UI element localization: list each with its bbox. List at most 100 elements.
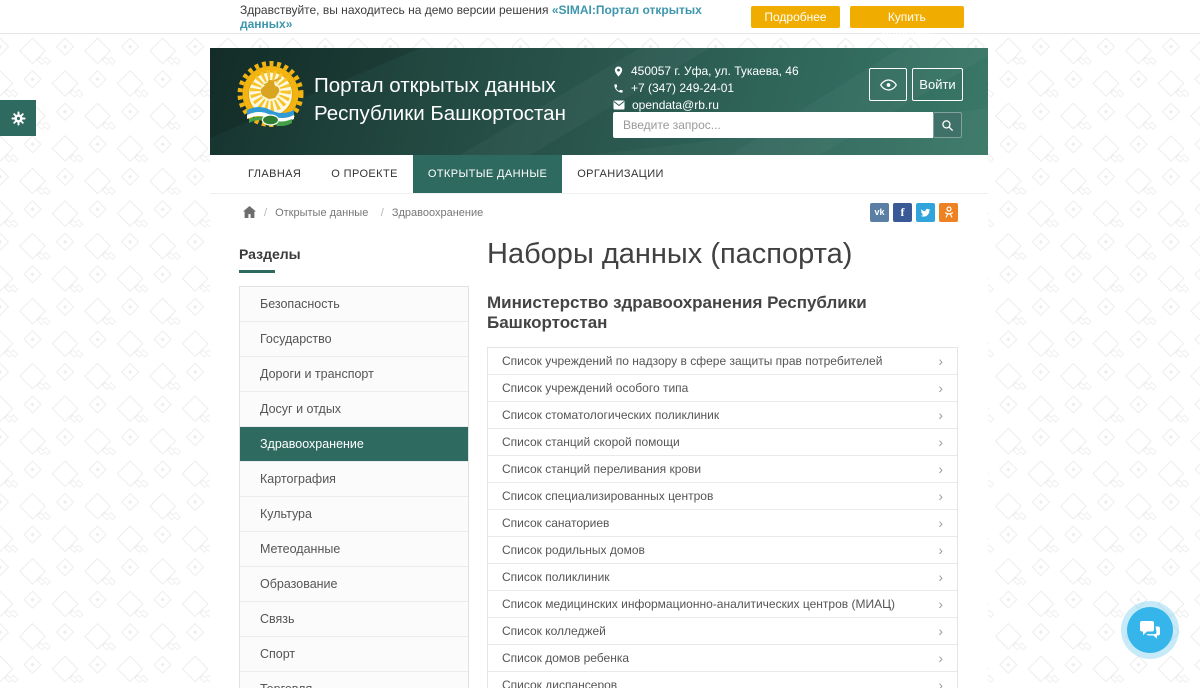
address-text: 450057 г. Уфа, ул. Тукаева, 46: [631, 64, 799, 78]
chevron-right-icon: ›: [938, 570, 943, 584]
site-title-line1: Портал открытых данных: [314, 72, 566, 100]
mail-icon: [613, 100, 625, 110]
dataset-row[interactable]: Список специализированных центров ›: [488, 483, 957, 510]
site-title-line2: Республики Башкортостан: [314, 100, 566, 128]
demo-banner: Здравствуйте, вы находитесь на демо верс…: [0, 0, 1200, 34]
bashkortostan-emblem-logo: [237, 58, 304, 144]
demo-message: Здравствуйте, вы находитесь на демо верс…: [240, 3, 751, 31]
sidebar-title-underline: [239, 270, 275, 273]
chat-widget-button[interactable]: [1127, 607, 1173, 653]
search-icon: [941, 119, 954, 132]
dataset-title: Список диспансеров: [502, 678, 617, 688]
chevron-right-icon: ›: [938, 489, 943, 503]
nav-tab[interactable]: ОРГАНИЗАЦИИ: [562, 155, 679, 193]
chevron-right-icon: ›: [938, 543, 943, 557]
dataset-row[interactable]: Список учреждений особого типа ›: [488, 375, 957, 402]
sidebar-category[interactable]: Безопасность: [240, 287, 468, 322]
sidebar-category[interactable]: Связь: [240, 602, 468, 637]
header-contacts: 450057 г. Уфа, ул. Тукаева, 46 +7 (347) …: [613, 63, 799, 114]
eye-icon: [880, 79, 897, 91]
dataset-title: Список поликлиник: [502, 570, 610, 584]
nav-tab[interactable]: ОТКРЫТЫЕ ДАННЫЕ: [413, 155, 562, 193]
dataset-title: Список домов ребенка: [502, 651, 629, 665]
datasets-main: Наборы данных (паспорта) Министерство зд…: [487, 230, 958, 688]
search-input[interactable]: [613, 112, 933, 138]
details-button[interactable]: Подробнее: [751, 6, 839, 28]
home-breadcrumb-link[interactable]: [243, 206, 256, 218]
dataset-title: Список учреждений по надзору в сфере защ…: [502, 354, 882, 368]
sidebar-category[interactable]: Досуг и отдых: [240, 392, 468, 427]
sidebar-category[interactable]: Образование: [240, 567, 468, 602]
nav-tab[interactable]: ГЛАВНАЯ: [233, 155, 316, 193]
breadcrumb-item[interactable]: Открытые данные: [256, 207, 368, 219]
breadcrumb: Открытые данные Здравоохранение: [256, 203, 483, 221]
buy-solution-button[interactable]: Купить решение: [850, 6, 964, 28]
location-pin-icon: [613, 65, 624, 78]
dataset-row[interactable]: Список родильных домов ›: [488, 537, 957, 564]
dataset-title: Список специализированных центров: [502, 489, 713, 503]
nav-tab[interactable]: О ПРОЕКТЕ: [316, 155, 413, 193]
dataset-row[interactable]: Список диспансеров ›: [488, 672, 957, 688]
home-icon: [243, 206, 256, 218]
gear-icon: [9, 109, 28, 128]
dataset-row[interactable]: Список домов ребенка ›: [488, 645, 957, 672]
chevron-right-icon: ›: [938, 408, 943, 422]
sidebar-title: Разделы: [239, 246, 469, 262]
sidebar-category[interactable]: Спорт: [240, 637, 468, 672]
breadcrumb-bar: Открытые данные Здравоохранение vk f: [210, 193, 988, 230]
demo-greeting-text: Здравствуйте, вы находитесь на демо верс…: [240, 3, 548, 17]
accessibility-version-button[interactable]: [869, 68, 907, 101]
chevron-right-icon: ›: [938, 381, 943, 395]
chevron-right-icon: ›: [938, 435, 943, 449]
dataset-row[interactable]: Список медицинских информационно-аналити…: [488, 591, 957, 618]
organization-title: Министерство здравоохранения Республики …: [487, 293, 958, 333]
page-title: Наборы данных (паспорта): [487, 238, 958, 271]
phone-icon: [613, 83, 624, 94]
sidebar-category[interactable]: Здравоохранение: [240, 427, 468, 462]
chevron-right-icon: ›: [938, 651, 943, 665]
sidebar-category[interactable]: Государство: [240, 322, 468, 357]
sidebar-category[interactable]: Метеоданные: [240, 532, 468, 567]
dataset-title: Список станций скорой помощи: [502, 435, 680, 449]
search-button[interactable]: [933, 112, 962, 138]
chevron-right-icon: ›: [938, 354, 943, 368]
vk-icon[interactable]: vk: [870, 203, 889, 222]
chat-icon: [1138, 619, 1162, 641]
dataset-row[interactable]: Список учреждений по надзору в сфере защ…: [488, 348, 957, 375]
email-text: opendata@rb.ru: [632, 98, 719, 112]
sidebar-category[interactable]: Культура: [240, 497, 468, 532]
dataset-row[interactable]: Список станций переливания крови ›: [488, 456, 957, 483]
sections-sidebar: Разделы Безопасность Государство Дороги …: [239, 246, 469, 688]
dataset-title: Список станций переливания крови: [502, 462, 701, 476]
accessibility-settings-button[interactable]: [0, 100, 36, 136]
dataset-row[interactable]: Список поликлиник ›: [488, 564, 957, 591]
dataset-title: Список медицинских информационно-аналити…: [502, 597, 895, 611]
dataset-title: Список родильных домов: [502, 543, 645, 557]
odnoklassniki-icon[interactable]: [939, 203, 958, 222]
sidebar-category[interactable]: Торговля: [240, 672, 468, 688]
chevron-right-icon: ›: [938, 597, 943, 611]
sidebar-category[interactable]: Картография: [240, 462, 468, 497]
login-button[interactable]: Войти: [912, 68, 963, 101]
facebook-icon[interactable]: f: [893, 203, 912, 222]
site-title: Портал открытых данных Республики Башкор…: [314, 72, 566, 128]
site-header: Портал открытых данных Республики Башкор…: [210, 48, 988, 155]
demo-actions: Подробнее Купить решение: [751, 6, 964, 28]
dataset-title: Список санаториев: [502, 516, 609, 530]
dataset-row[interactable]: Список стоматологических поликлиник ›: [488, 402, 957, 429]
dataset-title: Список стоматологических поликлиник: [502, 408, 719, 422]
twitter-icon[interactable]: [916, 203, 935, 222]
dataset-row[interactable]: Список санаториев ›: [488, 510, 957, 537]
chevron-right-icon: ›: [938, 516, 943, 530]
ok-person-icon: [944, 206, 954, 219]
sidebar-category[interactable]: Дороги и транспорт: [240, 357, 468, 392]
phone-text: +7 (347) 249-24-01: [631, 81, 734, 95]
dataset-title: Список колледжей: [502, 624, 606, 638]
dataset-title: Список учреждений особого типа: [502, 381, 688, 395]
chevron-right-icon: ›: [938, 678, 943, 688]
dataset-row[interactable]: Список станций скорой помощи ›: [488, 429, 957, 456]
dataset-list: Список учреждений по надзору в сфере защ…: [487, 347, 958, 688]
social-share-buttons: vk f: [870, 203, 958, 222]
breadcrumb-item[interactable]: Здравоохранение: [373, 207, 483, 219]
dataset-row[interactable]: Список колледжей ›: [488, 618, 957, 645]
